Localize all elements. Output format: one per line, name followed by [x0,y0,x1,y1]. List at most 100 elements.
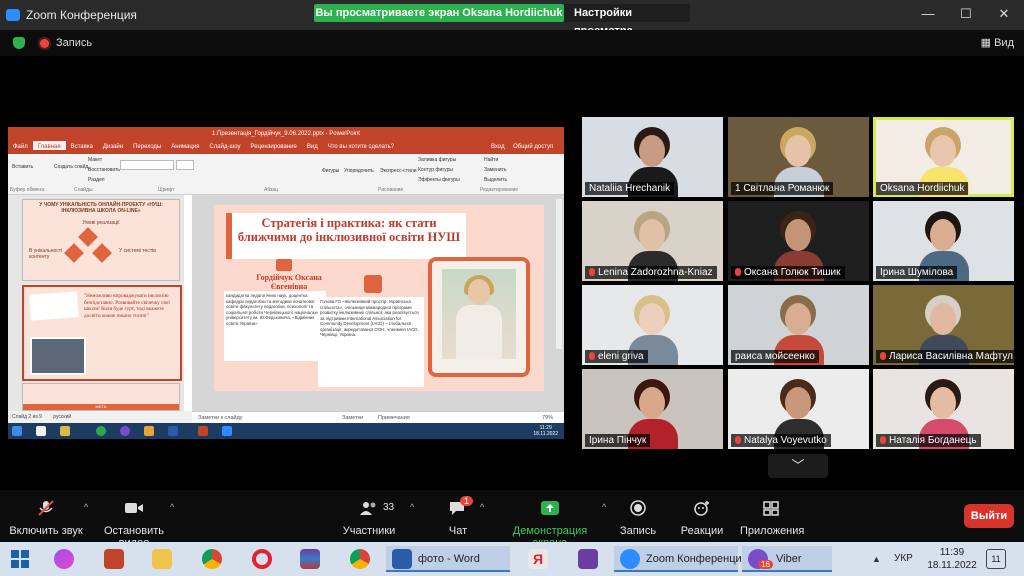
word-icon [168,426,178,436]
diamond-icon [64,243,84,263]
participant-name-text: Nataliia Hrechanik [589,183,671,194]
participant-tile[interactable]: Nataliia Hrechanik [582,117,723,197]
share-options-caret[interactable]: ^ [602,502,606,512]
meeting-controls: Включить звук ^ Остановить видео ^ Участ… [0,490,1024,549]
taskbar-explorer[interactable] [148,546,176,572]
keyboard-language[interactable]: УКР [894,553,913,564]
participant-name-text: Ірина Пінчук [589,435,647,446]
taskbar-chrome-2[interactable] [346,546,374,572]
participant-tile[interactable]: 1 Світлана Романюк [728,117,869,197]
diamond-icon [78,227,98,247]
slide-thumbnail-selected[interactable]: "Неможливо впроваджувати інклюзію безпід… [22,285,182,381]
participant-tile[interactable]: Ірина Шумілова [873,201,1014,281]
participant-name: eleni griva [585,350,648,363]
participants-button[interactable]: Участники [342,490,396,537]
video-options-caret[interactable]: ^ [170,502,174,512]
participant-face [785,303,811,335]
powerpoint-icon [104,549,124,569]
font-name-box [120,160,174,170]
participant-name-text: Lenina Zadorozhna-Kniaz [598,267,713,278]
folder-icon [60,426,70,436]
share-screen-button[interactable]: Демонстрация экрана [498,490,602,549]
notification-count: 11 [991,554,1001,564]
participant-name: Ірина Шумілова [876,266,958,279]
slide-thumbnails-pane: У ЧОМУ УНІКАЛЬНІСТЬ ОНЛАЙН-ПРОЕКТУ «НУШ:… [8,195,184,411]
participant-tile[interactable]: Lenina Zadorozhna-Kniaz [582,201,723,281]
participant-tile[interactable]: Oksana Hordiichuk [873,117,1014,197]
view-button[interactable]: ▦ Вид [981,36,1014,49]
ppt-group-label: Рисование [378,187,404,193]
chevron-down-icon: ﹀ [791,458,805,473]
taskbar-zoom[interactable]: Zoom Конференция [614,546,748,572]
chrome-icon [350,549,370,569]
shield-icon[interactable] [13,37,25,49]
taskbar-viber-label: Viber [776,553,802,565]
start-button[interactable] [6,546,34,572]
participant-name: Наталія Богданець [876,434,981,447]
chat-label: Чат [448,525,468,537]
unmute-button[interactable]: Включить звук [8,490,84,537]
muted-microphone-icon [589,268,595,276]
participant-face [639,387,665,419]
participant-face [930,387,956,419]
participants-options-caret[interactable]: ^ [410,502,414,512]
maximize-button[interactable]: ☐ [956,6,976,22]
minimize-button[interactable]: — [918,6,938,22]
zoom-icon [222,426,232,436]
participants-icon [360,502,376,515]
taskbar-alice[interactable] [50,546,78,572]
participant-tile[interactable]: Оксана Голюк Тишик [728,201,869,281]
shared-screen: 1.Презентація_Гордійчук_9.06.2022.pptx -… [8,127,564,439]
participant-tile[interactable]: Лариса Василівна Мафтул [873,285,1014,365]
leave-meeting-button[interactable]: Выйти [964,504,1014,528]
audio-options-caret[interactable]: ^ [84,502,88,512]
taskbar-word[interactable]: фото - Word [386,546,510,572]
taskbar-yandex[interactable]: Я [524,546,552,572]
viber-badge: 16 [758,560,773,569]
opera-icon [252,549,272,569]
chat-options-caret[interactable]: ^ [480,502,484,512]
video-camera-icon [125,503,143,513]
taskbar-powerpoint[interactable] [100,546,128,572]
participant-name: раиса мойсеенко [731,350,819,363]
taskbar-chrome[interactable] [198,546,226,572]
tray-expand-icon[interactable]: ▲ [872,554,881,564]
participant-tile[interactable]: Ірина Пінчук [582,369,723,449]
word-icon [392,549,412,569]
font-size-box [176,160,194,170]
ppt-button: Упорядочить [344,168,374,174]
record-button[interactable]: Запись [618,490,658,537]
muted-microphone-icon [880,352,886,360]
participant-tile[interactable]: Наталія Богданець [873,369,1014,449]
ppt-button: Раздел [88,177,105,183]
microphone-muted-icon [38,500,54,516]
ppt-tab: Общий доступ [513,144,554,150]
participant-face [639,135,665,167]
notification-center-icon[interactable]: 11 [986,549,1006,569]
thumb-quote: "Неможливо впроваджувати інклюзію безпід… [84,293,170,319]
reactions-button[interactable]: Реакции [680,490,724,537]
stop-video-button[interactable]: Остановить видео [90,490,178,549]
clock-time: 11:39 [939,547,965,558]
notes-pane[interactable]: Заметки к слайду Заметки Примечания 79% [192,411,564,423]
taskbar-pdf[interactable] [574,546,602,572]
taskbar-opera[interactable] [248,546,276,572]
view-options-dropdown[interactable]: Настройки просмотра ⌄ [564,4,690,37]
taskbar-winrar[interactable] [296,546,324,572]
participant-face [639,303,665,335]
windows-logo-icon [11,550,29,568]
participant-face [930,219,956,251]
scrollbar[interactable] [556,199,562,349]
ppt-group-label: Редактирование [480,187,519,193]
close-button[interactable]: ✕ [994,6,1014,22]
participant-face [930,135,956,167]
apps-button[interactable]: Приложения [740,490,804,537]
participant-tile[interactable]: eleni griva [582,285,723,365]
ppt-group-label: Абзац [264,187,279,193]
gallery-next-page-button[interactable]: ﹀ [768,454,828,478]
ie-icon [36,426,46,436]
taskbar-viber[interactable]: 16 Viber [742,546,832,572]
participant-tile[interactable]: раиса мойсеенко [728,285,869,365]
system-clock[interactable]: 11:39 18.11.2022 [924,546,980,572]
participant-tile[interactable]: Natalya Voyevutko [728,369,869,449]
